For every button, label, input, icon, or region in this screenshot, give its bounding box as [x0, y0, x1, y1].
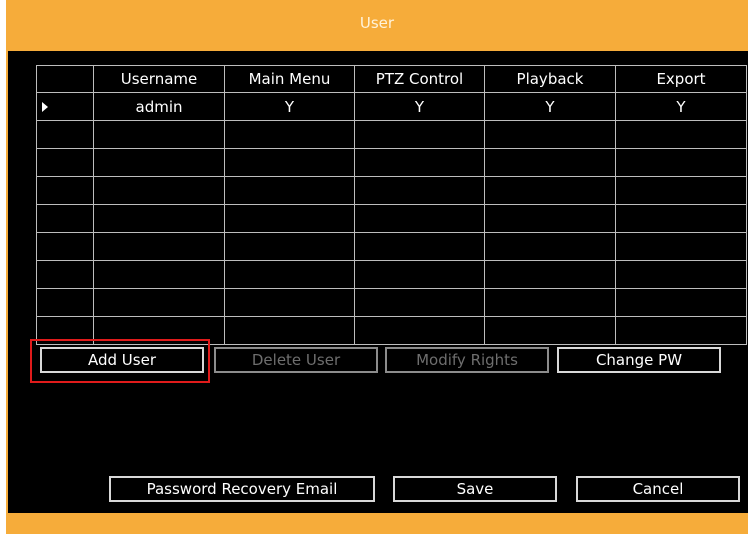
empty-cell[interactable]	[93, 148, 225, 177]
empty-cell[interactable]	[93, 232, 225, 261]
selected-row-arrow-icon	[42, 101, 48, 112]
empty-cell[interactable]	[615, 288, 747, 317]
user-dialog: User Username Main Menu PTZ Control Play…	[6, 0, 748, 534]
dialog-title: User	[359, 14, 395, 32]
password-recovery-email-button[interactable]: Password Recovery Email	[109, 476, 375, 502]
empty-cell[interactable]	[93, 176, 225, 205]
cancel-button[interactable]: Cancel	[576, 476, 740, 502]
empty-cell[interactable]	[484, 316, 616, 345]
empty-cell[interactable]	[36, 120, 94, 149]
empty-cell[interactable]	[93, 260, 225, 289]
empty-cell[interactable]	[93, 120, 225, 149]
empty-cell[interactable]	[354, 176, 485, 205]
empty-cell[interactable]	[484, 260, 616, 289]
header-selector	[36, 65, 94, 93]
empty-cell[interactable]	[93, 204, 225, 233]
header-export: Export	[615, 65, 747, 93]
table-row[interactable]	[36, 204, 747, 233]
empty-cell[interactable]	[354, 260, 485, 289]
user-table: Username Main Menu PTZ Control Playback …	[36, 65, 747, 345]
empty-cell[interactable]	[484, 232, 616, 261]
header-ptz-control: PTZ Control	[354, 65, 485, 93]
empty-cell[interactable]	[484, 288, 616, 317]
empty-cell[interactable]	[484, 176, 616, 205]
empty-cell[interactable]	[615, 260, 747, 289]
header-username: Username	[93, 65, 225, 93]
empty-cell[interactable]	[36, 148, 94, 177]
empty-cell[interactable]	[484, 204, 616, 233]
add-user-button[interactable]: Add User	[40, 347, 204, 373]
empty-cell[interactable]	[354, 316, 485, 345]
cell-playback[interactable]: Y	[484, 92, 616, 121]
empty-cell[interactable]	[484, 148, 616, 177]
table-row[interactable]	[36, 148, 747, 177]
empty-cell[interactable]	[354, 204, 485, 233]
empty-cell[interactable]	[224, 204, 355, 233]
empty-cell[interactable]	[615, 232, 747, 261]
empty-cell[interactable]	[224, 176, 355, 205]
cell-ptz-control[interactable]: Y	[354, 92, 485, 121]
empty-cell[interactable]	[354, 120, 485, 149]
empty-cell[interactable]	[93, 288, 225, 317]
empty-cell[interactable]	[354, 232, 485, 261]
empty-cell[interactable]	[354, 288, 485, 317]
table-row[interactable]	[36, 176, 747, 205]
empty-cell[interactable]	[615, 204, 747, 233]
empty-cell[interactable]	[224, 232, 355, 261]
table-row[interactable]: admin Y Y Y Y	[36, 92, 747, 121]
dialog-body: Username Main Menu PTZ Control Playback …	[8, 51, 748, 513]
empty-cell[interactable]	[615, 316, 747, 345]
cell-username[interactable]: admin	[93, 92, 225, 121]
empty-cell[interactable]	[224, 288, 355, 317]
table-row[interactable]	[36, 288, 747, 317]
empty-cell[interactable]	[615, 120, 747, 149]
save-button[interactable]: Save	[393, 476, 557, 502]
empty-cell[interactable]	[36, 288, 94, 317]
empty-cell[interactable]	[615, 176, 747, 205]
empty-cell[interactable]	[36, 204, 94, 233]
header-playback: Playback	[484, 65, 616, 93]
delete-user-button[interactable]: Delete User	[214, 347, 378, 373]
table-row[interactable]	[36, 260, 747, 289]
empty-cell[interactable]	[224, 260, 355, 289]
table-header-row: Username Main Menu PTZ Control Playback …	[36, 65, 747, 93]
empty-cell[interactable]	[36, 176, 94, 205]
table-row[interactable]	[36, 232, 747, 261]
empty-cell[interactable]	[615, 148, 747, 177]
cell-main-menu[interactable]: Y	[224, 92, 355, 121]
modify-rights-button[interactable]: Modify Rights	[385, 347, 549, 373]
row-selector[interactable]	[36, 92, 94, 121]
change-pw-button[interactable]: Change PW	[557, 347, 721, 373]
header-main-menu: Main Menu	[224, 65, 355, 93]
empty-cell[interactable]	[484, 120, 616, 149]
empty-cell[interactable]	[224, 316, 355, 345]
empty-cell[interactable]	[224, 148, 355, 177]
empty-cell[interactable]	[224, 120, 355, 149]
empty-cell[interactable]	[36, 232, 94, 261]
empty-cell[interactable]	[36, 260, 94, 289]
empty-cell[interactable]	[354, 148, 485, 177]
cell-export[interactable]: Y	[615, 92, 747, 121]
table-row[interactable]	[36, 120, 747, 149]
